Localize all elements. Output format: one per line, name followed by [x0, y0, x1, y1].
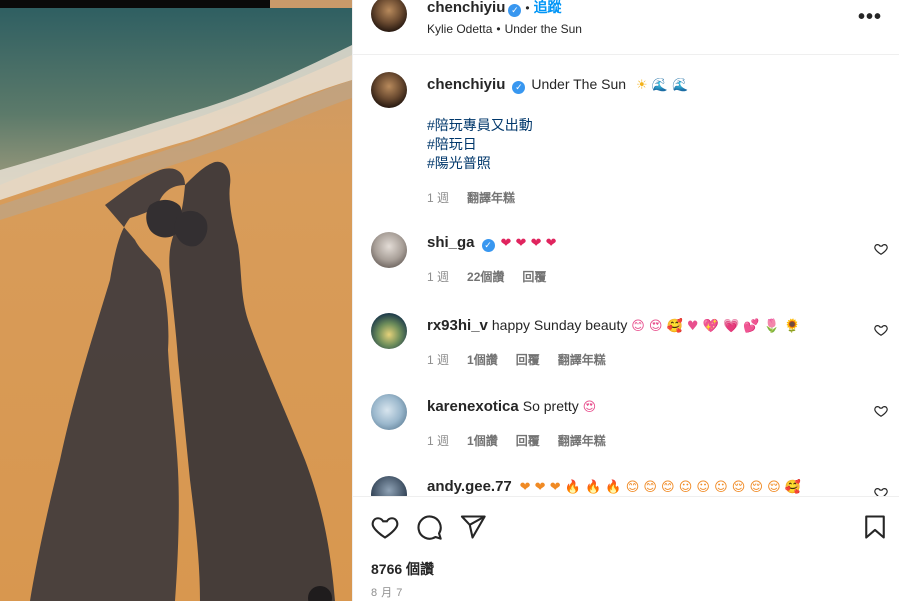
header-title-line: chenchiyiu ✓ • 追蹤 — [427, 0, 562, 17]
comment-time[interactable]: 1 週 — [427, 270, 449, 284]
comment-time[interactable]: 1 週 — [427, 353, 449, 367]
header-audio-line: Kylie Odetta • Under the Sun — [427, 20, 582, 38]
commenter-avatar[interactable] — [371, 313, 407, 349]
comment-body: karenexotica So pretty 😍 1 週 1個讚 回覆 翻譯年糕 — [427, 396, 850, 449]
comment-time[interactable]: 1 週 — [427, 434, 449, 448]
post-date[interactable]: 8 月 7 — [371, 584, 403, 600]
post-header: chenchiyiu ✓ • 追蹤 Kylie Odetta • Under the Su… — [353, 0, 899, 55]
comment-text: So pretty — [522, 398, 579, 414]
more-options-icon[interactable]: ••• — [858, 6, 882, 29]
heart-icon[interactable] — [371, 513, 399, 541]
comment-meta: 1 週 1個讚 回覆 翻譯年糕 — [427, 432, 850, 449]
like-comment-icon[interactable] — [874, 404, 888, 418]
comment-line: karenexotica So pretty 😍 — [427, 396, 850, 418]
comment-emojis: ❤ ❤ ❤ ❤ — [500, 236, 557, 251]
comment-body: andy.gee.77 ❤ ❤ ❤ 🔥 🔥 🔥 😊 😊 😊 ☺ ☺ ☺ 😌 😌 … — [427, 476, 850, 496]
like-comment-icon[interactable] — [874, 242, 888, 256]
post-actions: 8766 個讚 8 月 7 — [353, 496, 899, 601]
audio-artist[interactable]: Kylie Odetta — [427, 22, 492, 36]
commenter-avatar[interactable] — [371, 394, 407, 430]
sun-icon: ☀ — [635, 78, 648, 93]
hashtag-link[interactable]: #陪玩日 — [427, 135, 850, 154]
comment-emojis: 😍 — [582, 400, 597, 415]
translate-button[interactable]: 翻譯年糕 — [558, 434, 606, 448]
comment-meta: 1 週 22個讚 回覆 — [427, 268, 850, 285]
caption-text: Under The Sun — [531, 76, 627, 92]
translate-button[interactable]: 翻譯年糕 — [467, 191, 515, 205]
reply-button[interactable]: 回覆 — [516, 434, 540, 448]
reply-button[interactable]: 回覆 — [516, 353, 540, 367]
translate-button[interactable]: 翻譯年糕 — [558, 353, 606, 367]
commenter-avatar[interactable] — [371, 232, 407, 268]
comment-likes[interactable]: 22個讚 — [467, 270, 504, 284]
post-panel: chenchiyiu ✓ • 追蹤 Kylie Odetta • Under the Su… — [352, 0, 899, 601]
separator-dot: • — [525, 1, 530, 15]
comment-body: shi_ga ✓ ❤ ❤ ❤ ❤ 1 週 22個讚 回覆 — [427, 232, 850, 285]
caption-time[interactable]: 1 週 — [427, 191, 449, 205]
comment-meta: 1 週 1個讚 回覆 翻譯年糕 — [427, 351, 850, 368]
comment-line: rx93hi_v happy Sunday beauty 😊 😍 🥰 ♥ 💖 💗 … — [427, 315, 850, 337]
comments-list[interactable]: chenchiyiu ✓ Under The Sun ☀ 🌊 🌊 #陪玩專員又出動 … — [353, 56, 899, 496]
wave-icon: 🌊 — [651, 78, 668, 93]
verified-icon: ✓ — [512, 81, 526, 94]
commenter-username[interactable]: rx93hi_v — [427, 317, 488, 334]
follow-button[interactable]: 追蹤 — [534, 0, 562, 15]
comment-emojis: 😊 😍 🥰 ♥ 💖 💗 💕 🌷 🌻 — [631, 319, 801, 334]
like-comment-icon[interactable] — [874, 323, 888, 337]
hashtag-list: #陪玩專員又出動 #陪玩日 #陽光普照 — [427, 116, 850, 173]
post-photo — [0, 0, 352, 601]
comment-text: happy Sunday beauty — [491, 317, 628, 333]
comment-line: andy.gee.77 ❤ ❤ ❤ 🔥 🔥 🔥 😊 😊 😊 ☺ ☺ ☺ 😌 😌 … — [427, 476, 850, 496]
comment-icon[interactable] — [415, 513, 443, 541]
like-comment-icon[interactable] — [874, 486, 888, 496]
verified-icon: ✓ — [481, 239, 495, 252]
comment-line: shi_ga ✓ ❤ ❤ ❤ ❤ — [427, 232, 850, 254]
reply-button[interactable]: 回覆 — [522, 270, 546, 284]
caption-line: chenchiyiu ✓ Under The Sun ☀ 🌊 🌊 — [427, 74, 850, 96]
comment-likes[interactable]: 1個讚 — [467, 353, 498, 367]
comment-emojis: ❤ ❤ ❤ 🔥 🔥 🔥 😊 😊 😊 ☺ ☺ ☺ 😌 😌 😌 🥰 — [519, 480, 802, 495]
commenter-username[interactable]: andy.gee.77 — [427, 478, 512, 495]
commenter-username[interactable]: shi_ga — [427, 234, 475, 251]
audio-separator: • — [496, 22, 501, 36]
caption-avatar[interactable] — [371, 72, 407, 108]
verified-icon: ✓ — [508, 4, 522, 17]
commenter-username[interactable]: karenexotica — [427, 398, 519, 415]
post-likes-count[interactable]: 8766 個讚 — [371, 559, 434, 579]
comment-likes[interactable]: 1個讚 — [467, 434, 498, 448]
author-username[interactable]: chenchiyiu — [427, 0, 505, 16]
commenter-avatar[interactable] — [371, 476, 407, 496]
comment-body: rx93hi_v happy Sunday beauty 😊 😍 🥰 ♥ 💖 💗 … — [427, 315, 850, 368]
caption-emojis: ☀ 🌊 🌊 — [636, 78, 688, 93]
bookmark-icon[interactable] — [861, 513, 889, 541]
audio-song[interactable]: Under the Sun — [505, 22, 582, 36]
caption-username[interactable]: chenchiyiu — [427, 76, 505, 93]
wave-icon: 🌊 — [672, 78, 689, 93]
caption-body: chenchiyiu ✓ Under The Sun ☀ 🌊 🌊 #陪玩專員又出動 … — [427, 74, 850, 206]
author-avatar[interactable] — [371, 0, 407, 32]
caption-meta: 1 週 翻譯年糕 — [427, 189, 850, 206]
hashtag-link[interactable]: #陽光普照 — [427, 154, 850, 173]
hashtag-link[interactable]: #陪玩專員又出動 — [427, 116, 850, 135]
share-icon[interactable] — [459, 513, 487, 541]
